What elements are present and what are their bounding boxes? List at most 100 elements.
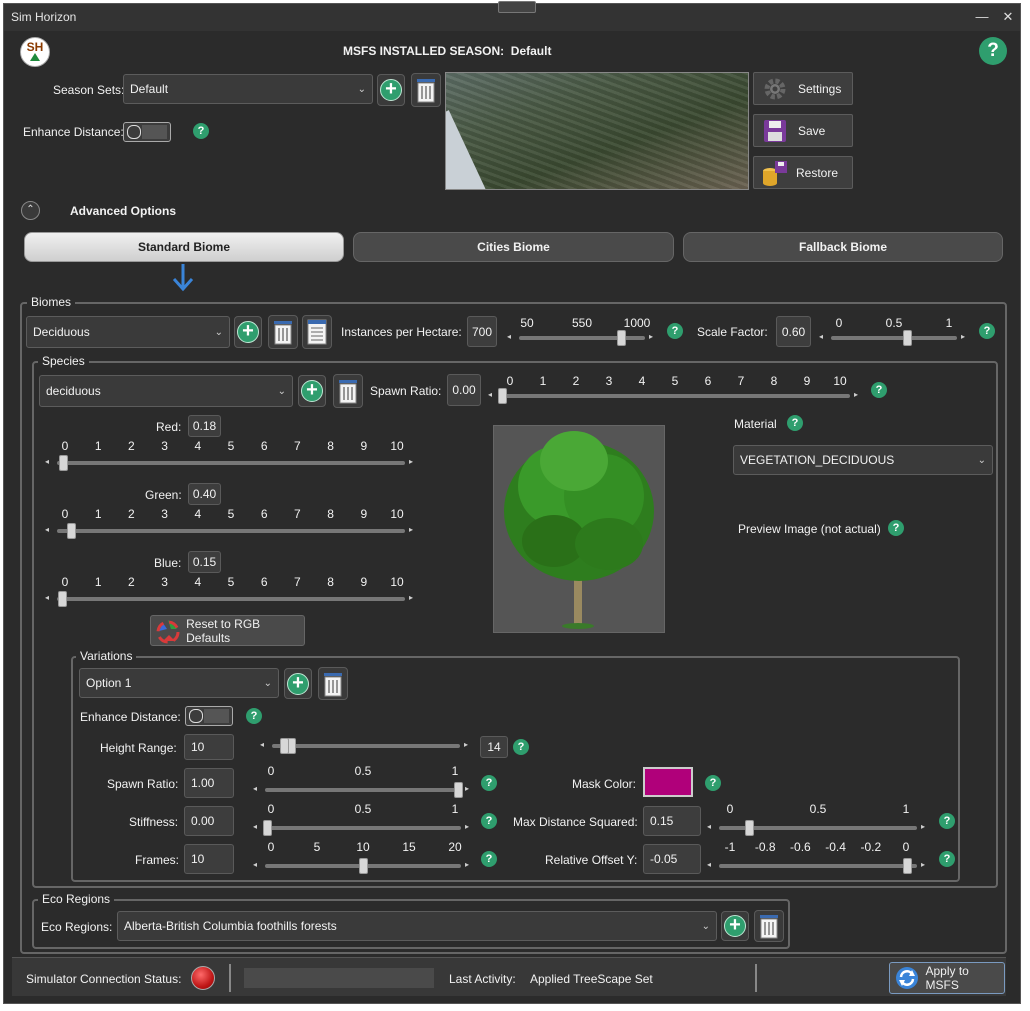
collapse-advanced-button[interactable]: ⌃ (21, 201, 40, 220)
red-slider[interactable]: ◂ ▸ 0 1 2 3 4 5 6 7 8 9 10 (45, 439, 417, 473)
variation-spawn-ratio-slider[interactable]: ◂ ▸ 0 0.5 1 (253, 764, 473, 800)
blue-value[interactable]: 0.15 (188, 551, 221, 573)
green-slider[interactable]: ◂ ▸ 0 1 2 3 4 5 6 7 8 9 10 (45, 507, 417, 541)
add-species-button[interactable]: + (298, 375, 326, 407)
red-value[interactable]: 0.18 (188, 415, 221, 437)
slider-thumb[interactable] (280, 738, 289, 754)
frames-value[interactable]: 10 (184, 844, 234, 874)
slider-right-arrow-icon[interactable]: ▸ (465, 822, 469, 831)
season-sets-dropdown[interactable]: Default ⌄ (123, 74, 373, 104)
slider-left-arrow-icon[interactable]: ◂ (253, 822, 257, 831)
instances-per-hectare-value[interactable]: 700 (467, 316, 497, 347)
delete-eco-region-button[interactable] (754, 910, 784, 942)
add-variation-button[interactable]: + (284, 668, 312, 699)
window-drag-handle[interactable] (498, 1, 536, 13)
height-range-max-value[interactable]: 14 (480, 736, 508, 758)
slider-left-arrow-icon[interactable]: ◂ (507, 332, 511, 341)
variation-spawn-ratio-value[interactable]: 1.00 (184, 768, 234, 798)
instances-per-hectare-slider[interactable]: ◂ ▸ 50 550 1000 (507, 316, 657, 348)
relative-offset-y-value[interactable]: -0.05 (643, 844, 701, 874)
scale-factor-slider[interactable]: ◂ ▸ 0 0.5 1 (819, 316, 969, 348)
species-dropdown[interactable]: deciduous ⌄ (39, 375, 293, 407)
stiffness-slider[interactable]: ◂ ▸ 0 0.5 1 (253, 802, 473, 838)
add-season-set-button[interactable]: + (377, 74, 405, 106)
help-icon[interactable]: ? (481, 775, 497, 791)
variation-dropdown[interactable]: Option 1 ⌄ (79, 668, 279, 698)
slider-right-arrow-icon[interactable]: ▸ (409, 457, 413, 466)
reset-rgb-defaults-button[interactable]: Reset to RGB Defaults (150, 615, 305, 646)
help-icon[interactable]: ? (246, 708, 262, 724)
close-icon[interactable]: ✕ (1000, 9, 1016, 25)
material-dropdown[interactable]: VEGETATION_DECIDUOUS ⌄ (733, 445, 993, 475)
stiffness-value[interactable]: 0.00 (184, 806, 234, 836)
slider-thumb[interactable] (454, 782, 463, 798)
minimize-icon[interactable]: — (974, 9, 990, 25)
help-icon[interactable]: ? (667, 323, 683, 339)
eco-regions-dropdown[interactable]: Alberta-British Columbia foothills fores… (117, 911, 717, 941)
slider-thumb[interactable] (498, 388, 507, 404)
slider-left-arrow-icon[interactable]: ◂ (260, 740, 264, 749)
biome-dropdown[interactable]: Deciduous ⌄ (26, 316, 230, 348)
slider-thumb[interactable] (903, 858, 913, 874)
slider-left-arrow-icon[interactable]: ◂ (819, 332, 823, 341)
green-value[interactable]: 0.40 (188, 483, 221, 505)
slider-right-arrow-icon[interactable]: ▸ (921, 860, 925, 869)
slider-left-arrow-icon[interactable]: ◂ (488, 390, 492, 399)
frames-slider[interactable]: ◂ ▸ 0 5 10 15 20 (253, 840, 473, 876)
slider-left-arrow-icon[interactable]: ◂ (707, 822, 711, 831)
slider-thumb[interactable] (59, 455, 69, 471)
max-distance-squared-value[interactable]: 0.15 (643, 806, 701, 836)
tab-standard-biome[interactable]: Standard Biome (24, 232, 344, 262)
slider-right-arrow-icon[interactable]: ▸ (409, 593, 413, 602)
relative-offset-y-slider[interactable]: ◂ ▸ -1 -0.8 -0.6 -0.4 -0.2 0 (707, 840, 929, 876)
restore-button[interactable]: Restore (753, 156, 853, 189)
help-icon[interactable]: ? (939, 813, 955, 829)
settings-button[interactable]: Settings (753, 72, 853, 105)
help-icon[interactable]: ? (513, 739, 529, 755)
slider-thumb[interactable] (58, 591, 68, 607)
slider-left-arrow-icon[interactable]: ◂ (253, 860, 257, 869)
delete-biome-button[interactable] (268, 315, 298, 349)
delete-season-set-button[interactable] (411, 73, 441, 107)
slider-right-arrow-icon[interactable]: ▸ (465, 860, 469, 869)
slider-right-arrow-icon[interactable]: ▸ (464, 740, 468, 749)
slider-thumb[interactable] (744, 820, 754, 836)
height-range-min-value[interactable]: 10 (184, 734, 234, 760)
help-icon[interactable]: ? (481, 813, 497, 829)
help-icon[interactable]: ? (787, 415, 803, 431)
blue-slider[interactable]: ◂ ▸ 0 1 2 3 4 5 6 7 8 9 10 (45, 575, 417, 609)
slider-right-arrow-icon[interactable]: ▸ (465, 784, 469, 793)
help-icon[interactable]: ? (193, 123, 209, 139)
slider-left-arrow-icon[interactable]: ◂ (45, 593, 49, 602)
add-eco-region-button[interactable]: + (721, 911, 749, 941)
biome-list-button[interactable] (302, 315, 332, 349)
slider-thumb[interactable] (66, 523, 76, 539)
save-button[interactable]: Save (753, 114, 853, 147)
slider-left-arrow-icon[interactable]: ◂ (45, 457, 49, 466)
mask-color-swatch[interactable] (643, 767, 693, 797)
slider-right-arrow-icon[interactable]: ▸ (649, 332, 653, 341)
scale-factor-value[interactable]: 0.60 (776, 316, 811, 347)
slider-left-arrow-icon[interactable]: ◂ (253, 784, 257, 793)
add-biome-button[interactable]: + (234, 316, 262, 348)
species-spawn-ratio-slider[interactable]: ◂ ▸ 0 1 2 3 4 5 6 7 8 9 10 (488, 374, 862, 406)
help-icon[interactable]: ? (979, 323, 995, 339)
slider-right-arrow-icon[interactable]: ▸ (854, 390, 858, 399)
tab-fallback-biome[interactable]: Fallback Biome (683, 232, 1003, 262)
slider-left-arrow-icon[interactable]: ◂ (45, 525, 49, 534)
slider-right-arrow-icon[interactable]: ▸ (409, 525, 413, 534)
slider-left-arrow-icon[interactable]: ◂ (707, 860, 711, 869)
enhance-distance-toggle[interactable] (123, 122, 171, 142)
delete-species-button[interactable] (333, 374, 363, 408)
slider-right-arrow-icon[interactable]: ▸ (921, 822, 925, 831)
slider-thumb[interactable] (902, 330, 912, 346)
delete-variation-button[interactable] (318, 667, 348, 700)
slider-right-arrow-icon[interactable]: ▸ (961, 332, 965, 341)
height-range-slider[interactable]: ◂ ▸ (260, 732, 472, 760)
help-icon[interactable]: ? (871, 382, 887, 398)
help-icon[interactable]: ? (939, 851, 955, 867)
slider-thumb[interactable] (359, 858, 368, 874)
apply-to-msfs-button[interactable]: Apply to MSFS (889, 962, 1005, 994)
help-icon[interactable]: ? (979, 37, 1007, 65)
help-icon[interactable]: ? (705, 775, 721, 791)
